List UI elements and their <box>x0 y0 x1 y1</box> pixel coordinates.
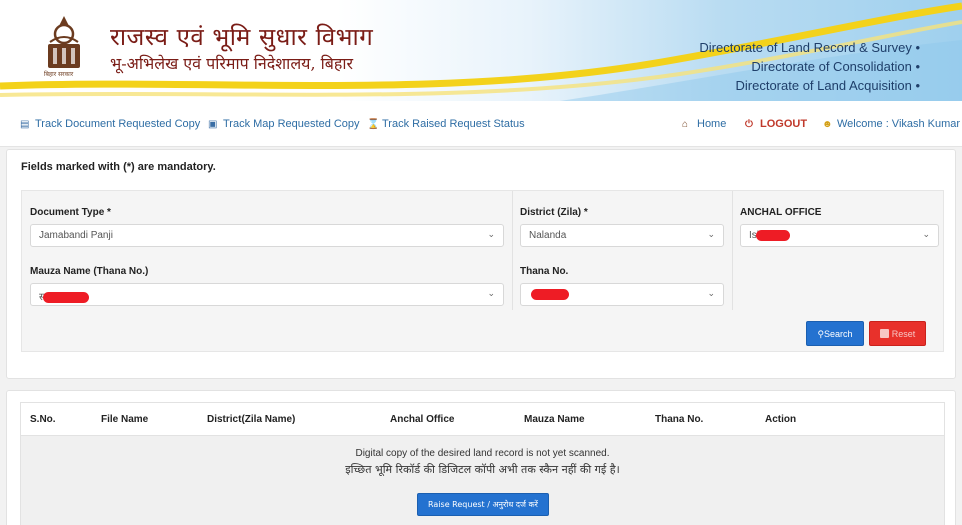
redaction-mark <box>755 230 790 241</box>
anchal-office-label: ANCHAL OFFICE <box>740 207 822 218</box>
welcome-user-link[interactable]: ☻ Welcome : Vikash Kumar <box>822 118 960 130</box>
anchal-office-field: ANCHAL OFFICE Islam ⌄ <box>740 207 939 247</box>
not-scanned-message-en: Digital copy of the desired land record … <box>355 448 610 459</box>
hourglass-icon: ⌛ <box>367 119 380 130</box>
column-header: Action <box>765 414 797 425</box>
directorate-item: Directorate of Land Acquisition <box>699 76 920 95</box>
welcome-label: Welcome : Vikash Kumar <box>837 118 961 130</box>
redaction-mark <box>42 291 89 303</box>
thana-select[interactable]: ⌄ <box>520 283 724 306</box>
table-header: S.No. File Name District(Zila Name) Anch… <box>20 402 945 436</box>
district-field: District (Zila) * Nalanda ⌄ <box>520 207 724 247</box>
column-header: District(Zila Name) <box>207 414 296 425</box>
column-header: File Name <box>101 414 149 425</box>
department-subtitle: भू-अभिलेख एवं परिमाप निदेशालय, बिहार <box>110 54 354 73</box>
mauza-label: Mauza Name (Thana No.) <box>30 266 149 277</box>
document-icon: ▤ <box>20 119 30 130</box>
column-header: S.No. <box>30 414 56 425</box>
reset-button[interactable]: Reset <box>869 321 926 346</box>
district-label: District (Zila) * <box>520 207 588 218</box>
header-banner: बिहार सरकार राजस्व एवं भूमि सुधार विभाग … <box>0 0 962 101</box>
top-nav: ▤ Track Document Requested Copy ▣ Track Ma… <box>0 101 962 147</box>
anchal-office-select[interactable]: Islam ⌄ <box>740 224 939 247</box>
thana-field: Thana No. ⌄ <box>520 266 724 306</box>
document-type-label: Document Type * <box>30 207 111 218</box>
emblem-caption: बिहार सरकार <box>44 71 74 78</box>
column-header: Mauza Name <box>524 414 585 425</box>
not-scanned-message-hi: इच्छित भूमि रिकॉर्ड की डिजिटल कॉपी अभी त… <box>345 463 620 476</box>
home-icon: ⌂ <box>682 119 689 130</box>
column-header: Thana No. <box>655 414 704 425</box>
directorate-item: Directorate of Land Record & Survey <box>699 38 920 57</box>
directorate-list: Directorate of Land Record & Survey Dire… <box>699 38 920 95</box>
search-label: Search <box>824 329 853 339</box>
home-link[interactable]: ⌂ Home <box>682 118 726 130</box>
thana-label: Thana No. <box>520 266 569 277</box>
document-type-select[interactable]: Jamabandi Panji ⌄ <box>30 224 504 247</box>
track-raised-link[interactable]: ⌛ Track Raised Request Status <box>367 118 525 130</box>
logout-link[interactable]: ⏻ LOGOUT <box>745 118 807 130</box>
column-header: Anchal Office <box>390 414 455 425</box>
search-button[interactable]: ⚲Search <box>806 321 864 346</box>
track-map-link[interactable]: ▣ Track Map Requested Copy <box>208 118 360 130</box>
bihar-emblem-icon <box>48 16 80 68</box>
mauza-field: Mauza Name (Thana No.) स ⌄ <box>30 266 504 306</box>
column-divider <box>512 191 513 310</box>
district-select[interactable]: Nalanda ⌄ <box>520 224 724 247</box>
results-panel: S.No. File Name District(Zila Name) Anch… <box>6 390 956 525</box>
column-divider <box>732 191 733 310</box>
chevron-down-icon: ⌄ <box>707 288 715 298</box>
chevron-down-icon: ⌄ <box>707 229 715 239</box>
home-label: Home <box>697 118 727 130</box>
search-form-panel: Fields marked with (*) are mandatory. Do… <box>6 149 956 379</box>
reset-label: Reset <box>891 329 916 339</box>
results-table: S.No. File Name District(Zila Name) Anch… <box>20 402 945 525</box>
redaction-mark <box>531 289 569 300</box>
document-type-value: Jamabandi Panji <box>39 230 113 241</box>
mandatory-note: Fields marked with (*) are mandatory. <box>21 161 216 173</box>
reset-icon <box>879 329 889 338</box>
document-type-field: Document Type * Jamabandi Panji ⌄ <box>30 207 504 247</box>
chevron-down-icon: ⌄ <box>487 288 495 298</box>
raise-request-button[interactable]: Raise Request / अनुरोध दर्ज करें <box>417 493 549 516</box>
power-icon: ⏻ <box>745 119 753 130</box>
table-body: Digital copy of the desired land record … <box>20 436 945 525</box>
track-raised-label: Track Raised Request Status <box>382 118 525 130</box>
logout-label: LOGOUT <box>760 118 808 130</box>
track-document-label: Track Document Requested Copy <box>35 118 201 130</box>
district-value: Nalanda <box>529 230 567 241</box>
chevron-down-icon: ⌄ <box>487 229 495 239</box>
track-map-label: Track Map Requested Copy <box>223 118 360 130</box>
directorate-item: Directorate of Consolidation <box>699 57 920 76</box>
chevron-down-icon: ⌄ <box>922 229 930 239</box>
department-title: राजस्व एवं भूमि सुधार विभाग <box>110 23 374 51</box>
track-document-link[interactable]: ▤ Track Document Requested Copy <box>20 118 200 130</box>
map-book-icon: ▣ <box>208 119 218 130</box>
mauza-select[interactable]: स ⌄ <box>30 283 504 306</box>
user-icon: ☻ <box>822 119 833 130</box>
